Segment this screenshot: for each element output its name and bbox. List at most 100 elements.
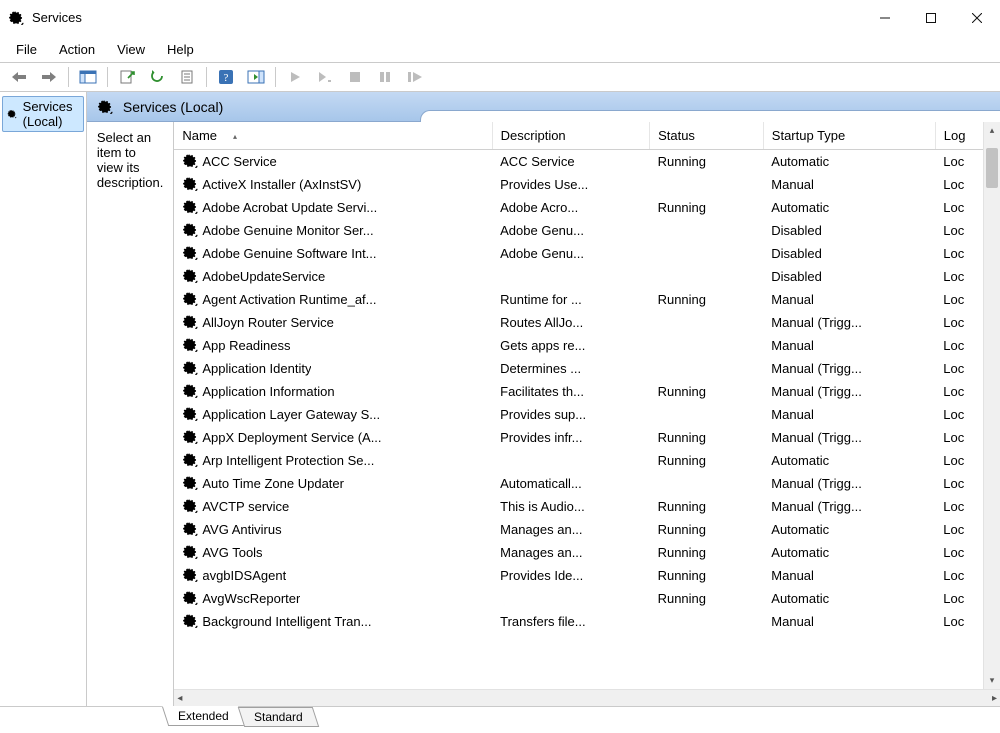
- scroll-right-icon[interactable]: ▸: [992, 693, 997, 704]
- service-row[interactable]: Arp Intelligent Protection Se...RunningA…: [174, 449, 999, 472]
- service-row[interactable]: Adobe Genuine Software Int...Adobe Genu.…: [174, 242, 999, 265]
- title-bar: Services: [0, 0, 1000, 36]
- console-tree[interactable]: Services (Local): [0, 92, 87, 706]
- service-name: AvgWscReporter: [202, 591, 300, 606]
- tab-standard[interactable]: Standard: [237, 707, 318, 727]
- maximize-button[interactable]: [908, 0, 954, 36]
- horizontal-scrollbar[interactable]: ◂ ▸: [174, 689, 1000, 706]
- scroll-up-icon[interactable]: ▴: [984, 122, 1000, 139]
- show-hide-tree-button[interactable]: [75, 65, 101, 89]
- menu-view[interactable]: View: [107, 39, 155, 60]
- menu-bar: File Action View Help: [0, 36, 1000, 62]
- service-status: [650, 610, 764, 633]
- tree-item-label: Services (Local): [23, 99, 79, 129]
- service-name: Adobe Acrobat Update Servi...: [202, 200, 377, 215]
- gear-icon: [182, 337, 198, 353]
- service-startup: Disabled: [763, 219, 935, 242]
- service-status: [650, 173, 764, 196]
- properties-button[interactable]: [174, 65, 200, 89]
- service-description: [492, 449, 649, 472]
- service-startup: Manual (Trigg...: [763, 380, 935, 403]
- service-row[interactable]: AppX Deployment Service (A...Provides in…: [174, 426, 999, 449]
- action-pane-button[interactable]: [243, 65, 269, 89]
- back-button[interactable]: [6, 65, 32, 89]
- restart-service-button[interactable]: [402, 65, 428, 89]
- service-row[interactable]: AVCTP serviceThis is Audio...RunningManu…: [174, 495, 999, 518]
- column-header-description[interactable]: Description: [492, 122, 649, 150]
- service-status: Running: [650, 449, 764, 472]
- service-row[interactable]: Application IdentityDetermines ...Manual…: [174, 357, 999, 380]
- service-description: Facilitates th...: [492, 380, 649, 403]
- service-status: Running: [650, 380, 764, 403]
- extended-header: Services (Local): [87, 92, 1000, 122]
- services-list[interactable]: Name▴ Description Status Startup Type Lo…: [174, 122, 1000, 706]
- service-startup: Manual: [763, 288, 935, 311]
- service-row[interactable]: AdobeUpdateServiceDisabledLoc: [174, 265, 999, 288]
- service-status: [650, 311, 764, 334]
- start-service-button[interactable]: [282, 65, 308, 89]
- service-startup: Automatic: [763, 196, 935, 219]
- service-name: Background Intelligent Tran...: [202, 614, 371, 629]
- scroll-thumb[interactable]: [986, 148, 998, 188]
- column-header-startup[interactable]: Startup Type: [763, 122, 935, 150]
- vertical-scrollbar[interactable]: ▴ ▾: [983, 122, 1000, 689]
- gear-icon: [97, 99, 113, 115]
- service-row[interactable]: Auto Time Zone UpdaterAutomaticall...Man…: [174, 472, 999, 495]
- service-status: [650, 403, 764, 426]
- stop-service-button[interactable]: [342, 65, 368, 89]
- service-row[interactable]: ACC ServiceACC ServiceRunningAutomaticLo…: [174, 150, 999, 173]
- service-row[interactable]: Agent Activation Runtime_af...Runtime fo…: [174, 288, 999, 311]
- service-name: avgbIDSAgent: [202, 568, 286, 583]
- service-row[interactable]: AVG AntivirusManages an...RunningAutomat…: [174, 518, 999, 541]
- gear-icon: [182, 153, 198, 169]
- service-description: Gets apps re...: [492, 334, 649, 357]
- service-status: Running: [650, 196, 764, 219]
- column-header-name[interactable]: Name▴: [174, 122, 492, 150]
- service-row[interactable]: AvgWscReporterRunningAutomaticLoc: [174, 587, 999, 610]
- service-status: [650, 219, 764, 242]
- refresh-button[interactable]: [144, 65, 170, 89]
- service-startup: Manual: [763, 173, 935, 196]
- service-status: Running: [650, 518, 764, 541]
- minimize-button[interactable]: [862, 0, 908, 36]
- service-name: ACC Service: [202, 154, 276, 169]
- close-button[interactable]: [954, 0, 1000, 36]
- service-row[interactable]: avgbIDSAgentProvides Ide...RunningManual…: [174, 564, 999, 587]
- menu-action[interactable]: Action: [49, 39, 105, 60]
- tab-extended[interactable]: Extended: [162, 706, 245, 726]
- column-header-status[interactable]: Status: [650, 122, 764, 150]
- service-row[interactable]: Adobe Acrobat Update Servi...Adobe Acro.…: [174, 196, 999, 219]
- service-description: This is Audio...: [492, 495, 649, 518]
- service-description: Automaticall...: [492, 472, 649, 495]
- scroll-down-icon[interactable]: ▾: [984, 672, 1000, 689]
- start-service-with-params-button[interactable]: [312, 65, 338, 89]
- tree-item-services-local[interactable]: Services (Local): [2, 96, 84, 132]
- help-button[interactable]: ?: [213, 65, 239, 89]
- service-row[interactable]: Application InformationFacilitates th...…: [174, 380, 999, 403]
- service-startup: Manual (Trigg...: [763, 311, 935, 334]
- description-pane: Select an item to view its description.: [87, 122, 174, 706]
- service-row[interactable]: Application Layer Gateway S...Provides s…: [174, 403, 999, 426]
- service-status: [650, 334, 764, 357]
- gear-icon: [182, 360, 198, 376]
- service-startup: Manual (Trigg...: [763, 357, 935, 380]
- service-row[interactable]: AllJoyn Router ServiceRoutes AllJo...Man…: [174, 311, 999, 334]
- service-row[interactable]: Background Intelligent Tran...Transfers …: [174, 610, 999, 633]
- service-row[interactable]: App ReadinessGets apps re...ManualLoc: [174, 334, 999, 357]
- service-description: [492, 265, 649, 288]
- scroll-left-icon[interactable]: ◂: [177, 693, 182, 704]
- service-row[interactable]: Adobe Genuine Monitor Ser...Adobe Genu..…: [174, 219, 999, 242]
- service-row[interactable]: ActiveX Installer (AxInstSV)Provides Use…: [174, 173, 999, 196]
- gear-icon: [182, 291, 198, 307]
- pause-service-button[interactable]: [372, 65, 398, 89]
- service-row[interactable]: AVG ToolsManages an...RunningAutomaticLo…: [174, 541, 999, 564]
- service-startup: Manual: [763, 564, 935, 587]
- gear-icon: [7, 106, 17, 122]
- forward-button[interactable]: [36, 65, 62, 89]
- export-list-button[interactable]: [114, 65, 140, 89]
- menu-help[interactable]: Help: [157, 39, 204, 60]
- service-name: Arp Intelligent Protection Se...: [202, 453, 374, 468]
- menu-file[interactable]: File: [6, 39, 47, 60]
- gear-icon: [182, 521, 198, 537]
- app-icon: [8, 10, 24, 26]
